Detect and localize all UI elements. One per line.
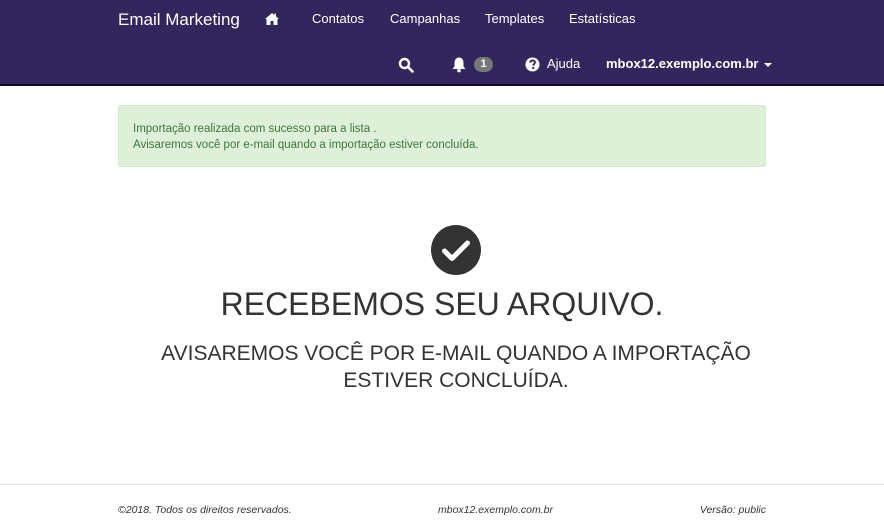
brand-link[interactable]: Email Marketing	[118, 10, 240, 30]
user-name: mbox12.exemplo.com.br	[606, 56, 759, 71]
footer-divider	[0, 484, 884, 485]
nav-templates[interactable]: Templates	[485, 11, 544, 26]
nav-campanhas[interactable]: Campanhas	[390, 11, 460, 26]
alert-line-1: Importação realizada com sucesso para a …	[133, 123, 377, 135]
alert-line-2: Avisaremos você por e-mail quando a impo…	[133, 139, 479, 151]
home-icon[interactable]	[264, 11, 280, 27]
caret-down-icon	[764, 62, 773, 67]
page-title: RECEBEMOS SEU ARQUIVO.	[220, 286, 664, 322]
help-link[interactable]: Ajuda	[547, 56, 580, 71]
check-circle-icon	[431, 225, 481, 275]
help-icon[interactable]	[525, 57, 540, 72]
nav-contatos[interactable]: Contatos	[312, 11, 364, 26]
user-menu[interactable]: mbox12.exemplo.com.br	[606, 56, 773, 71]
bell-icon[interactable]	[451, 56, 467, 73]
footer-copyright: ©2018. Todos os direitos reservados.	[118, 504, 292, 516]
notification-badge: 1	[474, 57, 493, 72]
search-icon[interactable]	[398, 57, 414, 73]
nav-estatisticas[interactable]: Estatísticas	[569, 11, 635, 26]
footer-version: Versão: public	[699, 504, 766, 516]
footer-host: mbox12.exemplo.com.br	[438, 504, 553, 516]
top-navbar: Email Marketing Contatos Campanhas Templ…	[0, 0, 884, 86]
page-subtitle: AVISAREMOS VOCÊ POR E-MAIL QUANDO A IMPO…	[161, 342, 751, 392]
success-alert: Importação realizada com sucesso para a …	[118, 105, 766, 167]
